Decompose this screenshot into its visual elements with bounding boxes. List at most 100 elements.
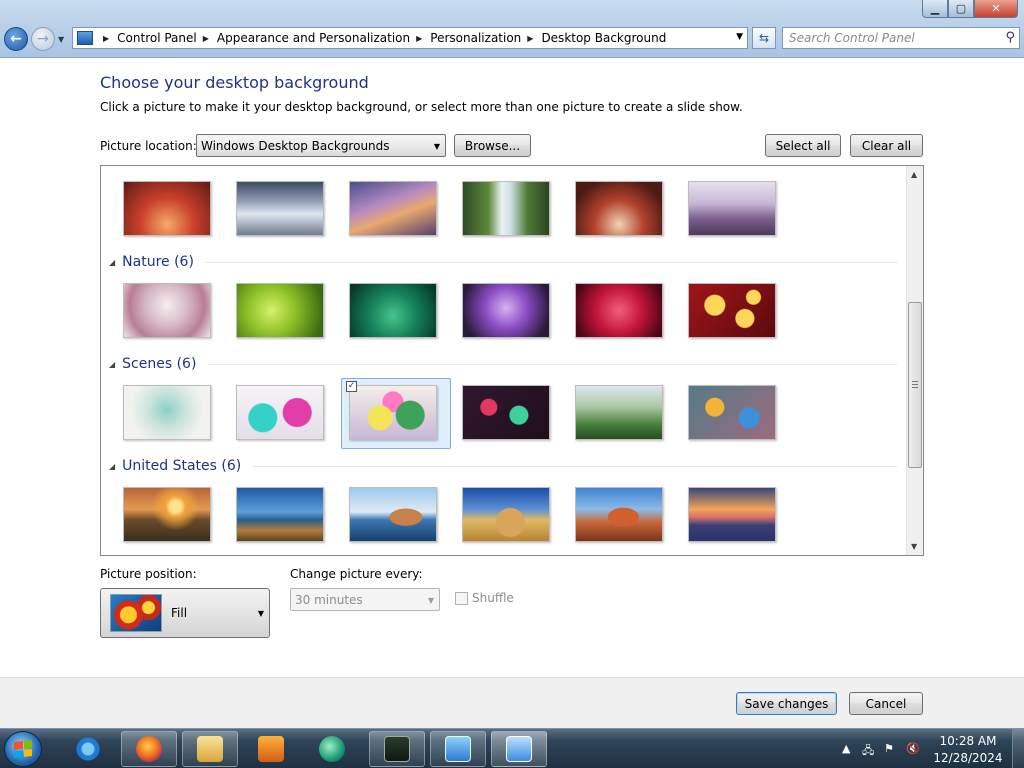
- wallpaper-thumbnail[interactable]: [236, 385, 324, 440]
- breadcrumb-appearance[interactable]: Appearance and Personalization: [217, 31, 410, 45]
- taskbar-control-panel[interactable]: [491, 731, 547, 767]
- shuffle-checkbox[interactable]: [455, 592, 468, 605]
- refresh-icon: ⇆: [758, 31, 770, 45]
- wallpaper-thumbnail[interactable]: [462, 181, 550, 236]
- minimize-button[interactable]: ▁: [922, 0, 948, 18]
- maximize-button[interactable]: ▢: [948, 0, 974, 18]
- picture-position-label: Picture position:: [100, 567, 197, 581]
- wallpaper-thumbnail[interactable]: [236, 487, 324, 542]
- wallpaper-thumbnail[interactable]: [123, 181, 211, 236]
- select-all-button[interactable]: Select all: [765, 134, 841, 157]
- gallery-scrollbar[interactable]: ▲ ▼: [906, 166, 923, 555]
- scroll-down-icon[interactable]: ▼: [911, 542, 917, 551]
- chevron-down-icon[interactable]: ▼: [736, 32, 743, 42]
- wallpaper-thumbnail[interactable]: [123, 283, 211, 338]
- back-button[interactable]: ←: [4, 27, 28, 51]
- wallpaper-thumbnail[interactable]: [688, 385, 776, 440]
- media-center-icon: [319, 736, 345, 762]
- scrollbar-thumb[interactable]: [908, 302, 922, 468]
- search-placeholder: Search Control Panel: [789, 31, 915, 45]
- notification-area: ▲ 🖧 ⚑ 🔇 10:28 AM 12/28/2024: [834, 729, 1024, 768]
- address-bar[interactable]: ▶ Control Panel ▶ Appearance and Persona…: [72, 27, 748, 49]
- wallpaper-thumbnail-selected[interactable]: [349, 385, 437, 440]
- control-panel-icon: [506, 736, 532, 762]
- breadcrumb-separator-icon[interactable]: ▶: [103, 34, 109, 43]
- chevron-down-icon: ▼: [433, 142, 440, 151]
- clear-all-button[interactable]: Clear all: [850, 134, 923, 157]
- group-header-scenes[interactable]: ◢ Scenes (6): [109, 354, 897, 374]
- breadcrumb-personalization[interactable]: Personalization: [430, 31, 521, 45]
- folder-icon: [197, 736, 223, 762]
- wallpaper-thumbnail[interactable]: [575, 487, 663, 542]
- picture-location-dropdown[interactable]: Windows Desktop Backgrounds ▼: [196, 134, 446, 157]
- wallpaper-thumbnail[interactable]: [349, 487, 437, 542]
- action-center-flag-icon[interactable]: ⚑: [884, 742, 898, 756]
- collapse-triangle-icon[interactable]: ◢: [109, 360, 115, 369]
- group-divider: [205, 261, 897, 263]
- refresh-button[interactable]: ⇆: [752, 27, 776, 49]
- task-manager-icon: [384, 736, 410, 762]
- search-input[interactable]: Search Control Panel ⚲: [782, 27, 1020, 49]
- show-desktop-button[interactable]: [1012, 729, 1024, 768]
- scroll-up-icon[interactable]: ▲: [911, 170, 917, 179]
- wallpaper-thumbnail[interactable]: [462, 283, 550, 338]
- taskbar-media-center[interactable]: [304, 731, 360, 767]
- picture-location-value: Windows Desktop Backgrounds: [201, 139, 390, 153]
- breadcrumb-separator-icon[interactable]: ▶: [416, 34, 422, 43]
- wallpaper-thumbnail[interactable]: [575, 283, 663, 338]
- breadcrumb-control-panel[interactable]: Control Panel: [117, 31, 197, 45]
- collapse-triangle-icon[interactable]: ◢: [109, 258, 115, 267]
- change-picture-interval-dropdown[interactable]: 30 minutes ▼: [290, 588, 440, 611]
- wallpaper-thumbnail[interactable]: [123, 385, 211, 440]
- breadcrumb-desktop-background[interactable]: Desktop Background: [541, 31, 666, 45]
- page-instructions: Click a picture to make it your desktop …: [100, 100, 743, 114]
- wallpaper-thumbnail[interactable]: [349, 283, 437, 338]
- shuffle-label[interactable]: Shuffle: [472, 591, 514, 605]
- picture-position-dropdown[interactable]: Fill ▼: [100, 588, 270, 638]
- group-header-nature[interactable]: ◢ Nature (6): [109, 252, 897, 272]
- breadcrumb-separator-icon[interactable]: ▶: [203, 34, 209, 43]
- group-divider: [208, 363, 897, 365]
- wallpaper-thumbnail[interactable]: [462, 487, 550, 542]
- search-icon[interactable]: ⚲: [1005, 30, 1015, 45]
- recent-pages-button[interactable]: ▼: [58, 35, 64, 44]
- wallpaper-gallery[interactable]: ◢ Nature (6) ◢ Scenes (6) ✓ ◢ United Sta…: [100, 165, 924, 556]
- wallpaper-thumbnail[interactable]: [688, 283, 776, 338]
- group-title: United States (6): [122, 458, 242, 474]
- browse-button[interactable]: Browse...: [454, 134, 531, 157]
- wallpaper-thumbnail[interactable]: [349, 181, 437, 236]
- taskbar-remote-desktop[interactable]: [430, 731, 486, 767]
- wallpaper-thumbnail[interactable]: [236, 283, 324, 338]
- save-changes-button[interactable]: Save changes: [736, 692, 837, 715]
- wallpaper-thumbnail[interactable]: [123, 487, 211, 542]
- show-hidden-icons-icon[interactable]: ▲: [842, 742, 856, 756]
- taskbar-task-manager[interactable]: [369, 731, 425, 767]
- group-header-united-states[interactable]: ◢ United States (6): [109, 456, 897, 476]
- chevron-down-icon: ▼: [257, 609, 264, 618]
- wallpaper-thumbnail[interactable]: [688, 487, 776, 542]
- wallpaper-thumbnail[interactable]: [462, 385, 550, 440]
- wallpaper-thumbnail[interactable]: [236, 181, 324, 236]
- collapse-triangle-icon[interactable]: ◢: [109, 462, 115, 471]
- change-picture-label: Change picture every:: [290, 567, 423, 581]
- clock-date[interactable]: 12/28/2024: [928, 751, 1008, 765]
- wallpaper-checkbox[interactable]: ✓: [346, 381, 357, 392]
- wallpaper-thumbnail[interactable]: [575, 181, 663, 236]
- forward-button[interactable]: →: [31, 27, 55, 51]
- grip-icon: [912, 381, 918, 388]
- clock-time[interactable]: 10:28 AM: [928, 734, 1008, 748]
- close-button[interactable]: ✕: [974, 0, 1018, 18]
- breadcrumb-separator-icon[interactable]: ▶: [527, 34, 533, 43]
- network-icon[interactable]: 🖧: [862, 742, 876, 757]
- wallpaper-thumbnail[interactable]: [575, 385, 663, 440]
- taskbar-media-player[interactable]: [243, 731, 299, 767]
- cancel-button[interactable]: Cancel: [849, 692, 923, 715]
- start-button[interactable]: [4, 731, 42, 767]
- taskbar-internet-explorer[interactable]: [60, 731, 116, 767]
- picture-position-value: Fill: [171, 606, 188, 620]
- taskbar-firefox[interactable]: [121, 731, 177, 767]
- wallpaper-thumbnail[interactable]: [688, 181, 776, 236]
- taskbar-windows-explorer[interactable]: [182, 731, 238, 767]
- volume-muted-icon[interactable]: 🔇: [906, 742, 920, 756]
- media-player-icon: [258, 736, 284, 762]
